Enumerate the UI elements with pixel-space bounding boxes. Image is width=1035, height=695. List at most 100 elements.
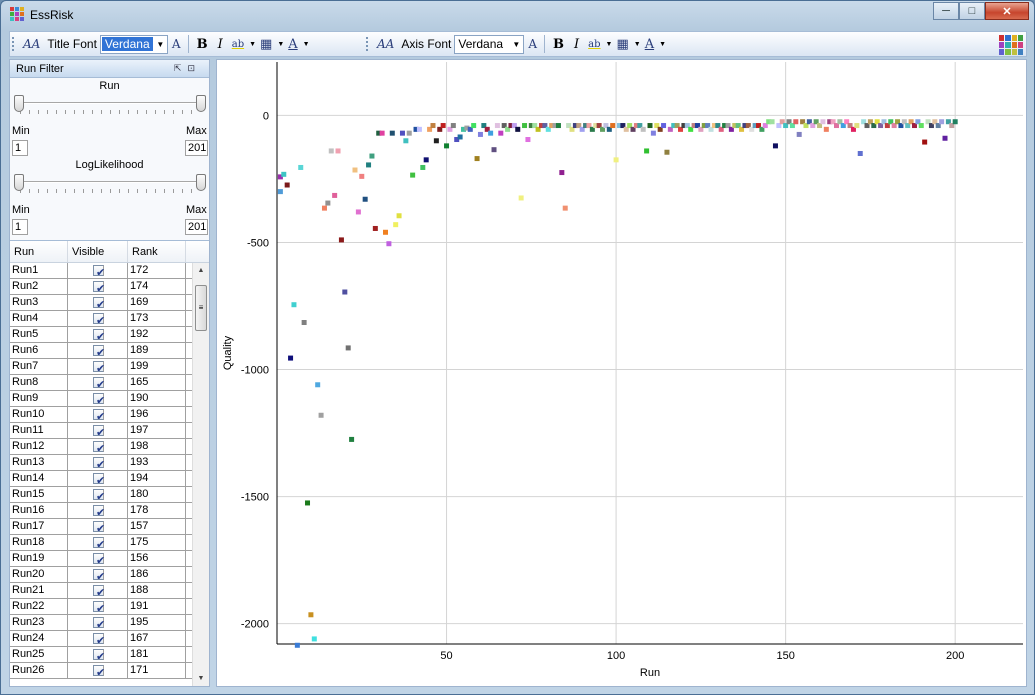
axis-font-select[interactable]: Verdana ▼ [454,34,525,54]
table-row[interactable]: Run14 ✔ 194 [10,471,209,487]
title-italic-button[interactable]: I [218,37,223,52]
font-color-icon[interactable]: A [645,37,654,52]
visible-checkbox[interactable]: ✔ [93,265,105,279]
table-row[interactable]: Run20 ✔ 186 [10,567,209,583]
visible-checkbox[interactable]: ✔ [93,521,105,535]
table-row[interactable]: Run16 ✔ 178 [10,503,209,519]
table-row[interactable]: Run10 ✔ 196 [10,407,209,423]
border-icon[interactable]: ▦ [260,37,272,52]
visible-checkbox[interactable]: ✔ [93,585,105,599]
visible-checkbox[interactable]: ✔ [93,489,105,503]
minimize-button[interactable]: ─ [933,2,959,20]
table-row[interactable]: Run6 ✔ 189 [10,343,209,359]
scroll-thumb[interactable]: ≡ [195,285,207,331]
visible-checkbox[interactable]: ✔ [93,553,105,567]
visible-checkbox[interactable]: ✔ [93,633,105,647]
title-font-select[interactable]: Verdana ▼ [99,34,168,54]
table-row[interactable]: Run7 ✔ 199 [10,359,209,375]
chevron-down-icon[interactable]: ▼ [634,41,641,48]
maximize-button[interactable]: □ [959,2,985,20]
quality-scatter-chart[interactable]: 50 100 150 200 0 -500 -1000 -1500 -2000 Run Qual… [217,60,1026,686]
table-row[interactable]: Run13 ✔ 193 [10,455,209,471]
table-row[interactable]: Run19 ✔ 156 [10,551,209,567]
scroll-down-icon[interactable]: ▼ [193,671,209,686]
chevron-down-icon[interactable]: ▼ [303,41,310,48]
visible-checkbox[interactable]: ✔ [93,329,105,343]
run-max-value[interactable]: 201 [185,140,208,156]
visible-checkbox[interactable]: ✔ [93,409,105,423]
table-row[interactable]: Run4 ✔ 173 [10,311,209,327]
column-header-rank[interactable]: Rank [128,241,186,262]
border-icon[interactable]: ▦ [616,37,628,52]
visible-checkbox[interactable]: ✔ [93,361,105,375]
chevron-down-icon[interactable]: ▼ [606,41,613,48]
table-row[interactable]: Run2 ✔ 174 [10,279,209,295]
font-color-icon[interactable]: A [288,37,297,52]
axis-bold-button[interactable]: B [553,37,564,52]
app-icon [10,7,24,21]
table-row[interactable]: Run24 ✔ 167 [10,631,209,647]
visible-checkbox[interactable]: ✔ [93,617,105,631]
scroll-up-icon[interactable]: ▲ [193,263,209,279]
visible-checkbox[interactable]: ✔ [93,425,105,439]
chevron-down-icon[interactable]: ▼ [249,41,256,48]
chevron-down-icon[interactable]: ▼ [659,41,666,48]
title-bar[interactable]: EssRisk ─ □ ✕ [1,1,1034,27]
table-row[interactable]: Run22 ✔ 191 [10,599,209,615]
run-slider-track[interactable] [20,102,200,104]
visible-checkbox[interactable]: ✔ [93,441,105,455]
visible-checkbox[interactable]: ✔ [93,505,105,519]
column-header-visible[interactable]: Visible [68,241,128,262]
table-row[interactable]: Run21 ✔ 188 [10,583,209,599]
visible-checkbox[interactable]: ✔ [93,281,105,295]
visible-checkbox[interactable]: ✔ [93,601,105,615]
loglik-min-value[interactable]: 1 [12,219,28,235]
table-row[interactable]: Run8 ✔ 165 [10,375,209,391]
table-row[interactable]: Run11 ✔ 197 [10,423,209,439]
visible-checkbox[interactable]: ✔ [93,665,105,679]
visible-checkbox[interactable]: ✔ [93,473,105,487]
font-size-icon[interactable]: A [528,37,537,51]
chart-theme-icon[interactable] [999,35,1023,55]
loglik-max-value[interactable]: 201 [185,219,208,235]
chevron-down-icon[interactable]: ▼ [277,41,284,48]
table-row[interactable]: Run26 ✔ 171 [10,663,209,679]
visible-checkbox[interactable]: ✔ [93,569,105,583]
loglik-slider-min-thumb[interactable] [14,174,24,191]
visible-checkbox[interactable]: ✔ [93,393,105,407]
loglik-slider-track[interactable] [20,181,200,183]
table-row[interactable]: Run12 ✔ 198 [10,439,209,455]
close-button[interactable]: ✕ [985,2,1029,20]
table-row[interactable]: Run3 ✔ 169 [10,295,209,311]
run-table-scrollbar[interactable]: ▲ ≡ ▼ [192,263,209,686]
toolbar-grip-icon[interactable] [12,37,15,51]
table-row[interactable]: Run17 ✔ 157 [10,519,209,535]
font-size-icon[interactable]: A [172,37,181,51]
table-row[interactable]: Run9 ✔ 190 [10,391,209,407]
visible-checkbox[interactable]: ✔ [93,313,105,327]
visible-checkbox[interactable]: ✔ [93,377,105,391]
run-min-value[interactable]: 1 [12,140,28,156]
highlight-color-icon[interactable]: ab [232,39,244,50]
run-slider-max-thumb[interactable] [196,95,206,112]
visible-checkbox[interactable]: ✔ [93,345,105,359]
axis-italic-button[interactable]: I [574,37,579,52]
table-row[interactable]: Run1 ✔ 172 [10,263,209,279]
table-row[interactable]: Run15 ✔ 180 [10,487,209,503]
loglik-slider-max-thumb[interactable] [196,174,206,191]
visible-checkbox[interactable]: ✔ [93,649,105,663]
toolbar-grip-icon[interactable] [366,37,369,51]
highlight-color-icon[interactable]: ab [588,39,600,50]
pin-icon[interactable]: ⇱⊡ [174,63,201,74]
column-header-run[interactable]: Run [10,241,68,262]
table-row[interactable]: Run23 ✔ 195 [10,615,209,631]
visible-checkbox[interactable]: ✔ [93,537,105,551]
table-row[interactable]: Run18 ✔ 175 [10,535,209,551]
table-row[interactable]: Run25 ✔ 181 [10,647,209,663]
run-slider-min-thumb[interactable] [14,95,24,112]
table-row[interactable]: Run5 ✔ 192 [10,327,209,343]
title-bold-button[interactable]: B [197,37,208,52]
visible-checkbox[interactable]: ✔ [93,297,105,311]
visible-checkbox[interactable]: ✔ [93,457,105,471]
run-table: Run Visible Rank Run1 ✔ 172 Run2 ✔ 174 Run3 ✔ 16… [10,240,209,686]
